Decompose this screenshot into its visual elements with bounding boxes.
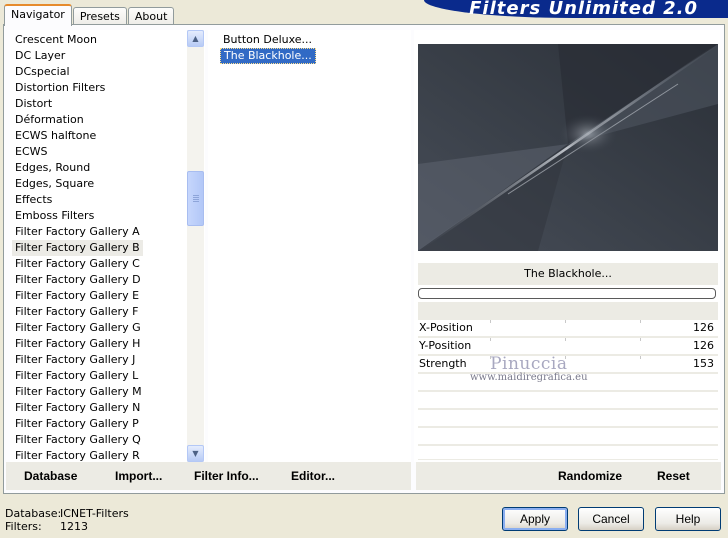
tab-strip: Navigator Presets About bbox=[4, 4, 175, 26]
title-banner: Filters Unlimited 2.0 bbox=[424, 0, 728, 19]
grip-line bbox=[193, 199, 199, 200]
empty-param-row bbox=[418, 446, 718, 460]
category-item[interactable]: Edges, Round bbox=[12, 160, 93, 176]
category-item[interactable]: Crescent Moon bbox=[12, 32, 100, 48]
category-item[interactable]: Edges, Square bbox=[12, 176, 97, 192]
watermark-name: Pinuccia bbox=[490, 354, 568, 374]
import-button[interactable]: Import... bbox=[115, 469, 162, 483]
watermark-url: www.maidiregrafica.eu bbox=[470, 372, 588, 383]
empty-param-row bbox=[418, 392, 718, 409]
slider-tick bbox=[640, 338, 641, 341]
banner-title: Filters Unlimited 2.0 bbox=[469, 0, 698, 19]
filter-list[interactable]: Button Deluxe... The Blackhole... bbox=[208, 30, 411, 462]
slider-ticks bbox=[490, 338, 641, 341]
right-toolbar: Randomize Reset bbox=[416, 462, 721, 490]
slider-tick bbox=[490, 320, 491, 323]
preview-filter-name: The Blackhole... bbox=[418, 263, 718, 285]
param-value: 126 bbox=[693, 321, 714, 334]
category-item[interactable]: ECWS bbox=[12, 144, 51, 160]
param-label: Strength bbox=[419, 357, 467, 370]
apply-button[interactable]: Apply bbox=[502, 507, 568, 531]
category-item[interactable]: Filter Factory Gallery J bbox=[12, 352, 138, 368]
category-item[interactable]: Filter Factory Gallery E bbox=[12, 288, 142, 304]
category-list[interactable]: Crescent Moon DC Layer DCspecial Distortion… bbox=[10, 30, 205, 462]
category-item[interactable]: Filter Factory Gallery M bbox=[12, 384, 145, 400]
category-item[interactable]: Emboss Filters bbox=[12, 208, 97, 224]
scroll-up-arrow-icon[interactable]: ▲ bbox=[187, 30, 204, 47]
category-item[interactable]: Filter Factory Gallery D bbox=[12, 272, 144, 288]
category-item[interactable]: Filter Factory Gallery R bbox=[12, 448, 143, 462]
blackhole-preview-graphic bbox=[418, 44, 718, 251]
category-item[interactable]: Filter Factory Gallery P bbox=[12, 416, 142, 432]
category-item[interactable]: Déformation bbox=[12, 112, 87, 128]
category-item[interactable]: Distort bbox=[12, 96, 55, 112]
status-database-label: Database: bbox=[5, 507, 62, 520]
status-database-value: ICNET-Filters bbox=[60, 507, 129, 520]
slider-ticks bbox=[490, 320, 641, 323]
category-item[interactable]: Filter Factory Gallery H bbox=[12, 336, 143, 352]
category-scrollbar[interactable]: ▲ ▼ bbox=[187, 30, 204, 462]
status-filters-label: Filters: bbox=[5, 520, 42, 533]
filter-info-button[interactable]: Filter Info... bbox=[194, 469, 259, 483]
status-filters-value: 1213 bbox=[60, 520, 88, 533]
param-label: X-Position bbox=[419, 321, 473, 334]
grip-line bbox=[193, 197, 199, 198]
cancel-button[interactable]: Cancel bbox=[578, 507, 644, 531]
database-button[interactable]: Database bbox=[24, 469, 77, 483]
preview-image bbox=[418, 44, 718, 251]
param-slider-row[interactable]: X-Position 126 bbox=[418, 320, 718, 337]
category-item[interactable]: Filter Factory Gallery C bbox=[12, 256, 143, 272]
grip-line bbox=[193, 201, 199, 202]
empty-param-row bbox=[418, 410, 718, 427]
filter-item[interactable]: Button Deluxe... bbox=[220, 32, 315, 48]
tab-navigator[interactable]: Navigator bbox=[4, 4, 72, 26]
category-item[interactable]: Filter Factory Gallery F bbox=[12, 304, 141, 320]
slider-tick bbox=[565, 320, 566, 323]
scroll-down-arrow-icon[interactable]: ▼ bbox=[187, 445, 204, 462]
editor-button[interactable]: Editor... bbox=[291, 469, 335, 483]
slider-tick bbox=[565, 338, 566, 341]
slider-tick bbox=[490, 338, 491, 341]
help-button[interactable]: Help bbox=[655, 507, 721, 531]
category-item[interactable]: Filter Factory Gallery L bbox=[12, 368, 141, 384]
slider-tick bbox=[640, 356, 641, 359]
reset-button[interactable]: Reset bbox=[657, 469, 690, 483]
category-item[interactable]: Filter Factory Gallery Q bbox=[12, 432, 144, 448]
category-item[interactable]: DCspecial bbox=[12, 64, 73, 80]
category-item[interactable]: Filter Factory Gallery B bbox=[12, 240, 143, 256]
param-label: Y-Position bbox=[419, 339, 472, 352]
randomize-button[interactable]: Randomize bbox=[558, 469, 622, 483]
param-value: 153 bbox=[693, 357, 714, 370]
grip-line bbox=[193, 195, 199, 196]
param-slider-row[interactable]: Y-Position 126 bbox=[418, 338, 718, 355]
category-item[interactable]: ECWS halftone bbox=[12, 128, 99, 144]
progress-bar bbox=[418, 288, 716, 299]
category-item[interactable]: DC Layer bbox=[12, 48, 68, 64]
category-item[interactable]: Distortion Filters bbox=[12, 80, 108, 96]
category-item[interactable]: Filter Factory Gallery N bbox=[12, 400, 143, 416]
watermark: Pinuccia www.maidiregrafica.eu bbox=[470, 354, 588, 383]
scroll-thumb[interactable] bbox=[187, 171, 204, 226]
category-item[interactable]: Effects bbox=[12, 192, 55, 208]
category-item[interactable]: Filter Factory Gallery G bbox=[12, 320, 144, 336]
category-item[interactable]: Filter Factory Gallery A bbox=[12, 224, 143, 240]
param-value: 126 bbox=[693, 339, 714, 352]
slider-tick bbox=[640, 320, 641, 323]
empty-param-row bbox=[418, 428, 718, 445]
left-toolbar: Database Import... Filter Info... Editor… bbox=[6, 462, 411, 490]
filter-item[interactable]: The Blackhole... bbox=[220, 48, 316, 64]
